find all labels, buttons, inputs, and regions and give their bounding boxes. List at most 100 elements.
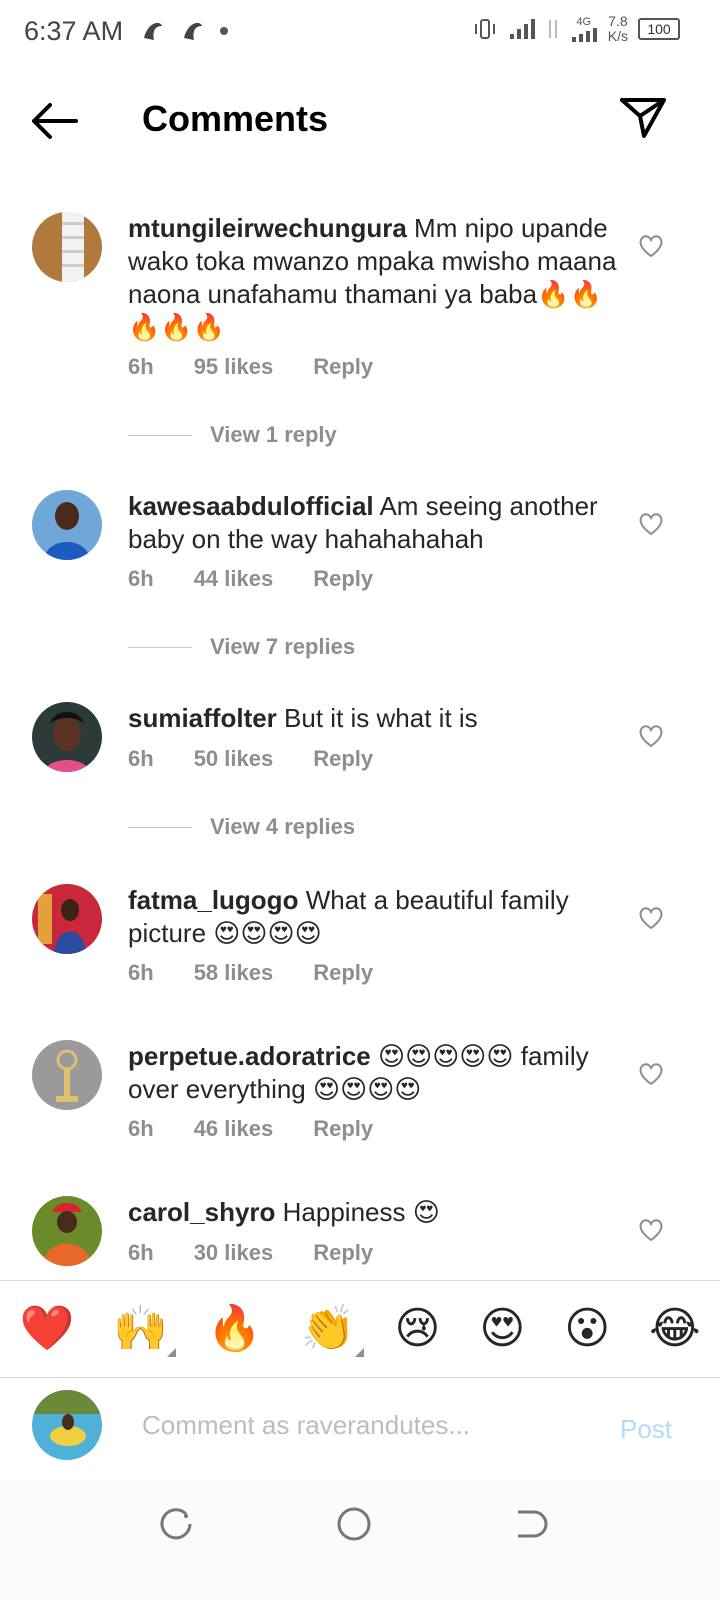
like-button[interactable] (638, 512, 666, 538)
comment-likes[interactable]: 44 likes (194, 566, 274, 592)
status-bar: 6:37 AM 4G 7.8 K/s 100 (0, 0, 720, 64)
like-button[interactable] (638, 1062, 666, 1088)
comment-time: 6h (128, 746, 154, 771)
skin-tone-indicator-icon (354, 1348, 364, 1357)
emoji-clapping-glyph: 👏 (300, 1304, 356, 1353)
comment-text: Happiness 😍 (282, 1197, 440, 1227)
view-replies-label: View 7 replies (210, 634, 356, 659)
avatar[interactable] (32, 1040, 102, 1110)
share-button[interactable] (618, 94, 670, 142)
home-circle-icon (337, 1507, 371, 1541)
comment-composer: Post (0, 1376, 720, 1476)
back-nav-icon (518, 1510, 548, 1538)
avatar[interactable] (32, 702, 102, 772)
current-user-avatar (32, 1390, 102, 1460)
like-button[interactable] (638, 234, 666, 260)
comment-text-block: perpetue.adoratrice 😍😍😍😍😍 family over ev… (128, 1040, 618, 1106)
reply-button[interactable]: Reply (313, 1116, 373, 1142)
comment-username[interactable]: carol_shyro (128, 1197, 275, 1227)
speed-value: 7.8 (608, 13, 628, 29)
comment-username[interactable]: mtungileirwechungura (128, 213, 407, 243)
comment-text-block: carol_shyro Happiness 😍 (128, 1196, 618, 1229)
comment-meta: 6h 50 likes Reply (128, 746, 413, 772)
comment-text-block: kawesaabdulofficial Am seeing another ba… (128, 490, 618, 556)
comment-meta: 6h 58 likes Reply (128, 960, 413, 986)
emoji-raised-hands[interactable]: 🙌 (113, 1307, 177, 1357)
comment-text: But it is what it is (284, 703, 478, 733)
data-arrows-icon (548, 20, 557, 38)
user-avatar-image (32, 884, 102, 954)
view-replies-label: View 1 reply (210, 422, 337, 447)
emoji-fire[interactable]: 🔥 (207, 1307, 262, 1351)
user-avatar-image (32, 1196, 102, 1266)
comment-meta: 6h 95 likes Reply (128, 354, 413, 380)
comment-username[interactable]: sumiaffolter (128, 703, 277, 733)
reply-button[interactable]: Reply (313, 746, 373, 772)
emoji-heart[interactable]: ❤️ (19, 1307, 74, 1351)
home-button[interactable] (334, 1504, 374, 1544)
reply-button[interactable]: Reply (313, 1240, 373, 1266)
status-notification-icons (140, 18, 228, 44)
signal-icon (509, 19, 535, 39)
comment-username[interactable]: kawesaabdulofficial (128, 491, 374, 521)
app-notification-icon (184, 22, 202, 40)
user-avatar-image (32, 1390, 102, 1460)
back-nav-button[interactable] (510, 1504, 550, 1544)
reply-button[interactable]: Reply (313, 566, 373, 592)
comment-username[interactable]: fatma_lugogo (128, 885, 298, 915)
battery-icon: 100 (638, 18, 680, 40)
like-button[interactable] (638, 724, 666, 750)
page-title: Comments (142, 98, 329, 139)
comment-likes[interactable]: 46 likes (194, 1116, 274, 1142)
emoji-surprised[interactable]: 😮 (564, 1307, 610, 1351)
comment-time: 6h (128, 1116, 154, 1141)
comment-text-block: sumiaffolter But it is what it is (128, 702, 618, 735)
comment-meta: 6h 30 likes Reply (128, 1240, 413, 1266)
avatar[interactable] (32, 490, 102, 560)
back-button[interactable] (26, 96, 82, 146)
comment-likes[interactable]: 95 likes (194, 354, 274, 380)
like-button[interactable] (638, 1218, 666, 1244)
comment-text-block: mtungileirwechungura Mm nipo upande wako… (128, 212, 618, 344)
comment-time: 6h (128, 354, 154, 379)
arrow-left-icon (32, 103, 78, 139)
avatar[interactable] (32, 212, 102, 282)
comment-input[interactable] (140, 1404, 584, 1446)
recent-apps-button[interactable] (156, 1504, 196, 1544)
reply-button[interactable]: Reply (313, 960, 373, 986)
network-type: 4G (576, 15, 592, 28)
avatar[interactable] (32, 884, 102, 954)
comment-username[interactable]: perpetue.adoratrice (128, 1041, 371, 1071)
comment-meta: 6h 46 likes Reply (128, 1116, 413, 1142)
emoji-reaction-bar: ❤️ 🙌 🔥 👏 😢 😍 😮 😂 (0, 1280, 720, 1378)
view-replies-button[interactable]: View 4 replies (128, 814, 355, 840)
heart-icon (639, 235, 663, 258)
comment-likes[interactable]: 30 likes (194, 1240, 274, 1266)
comment-likes[interactable]: 58 likes (194, 960, 274, 986)
user-avatar-image (32, 212, 102, 282)
divider-line (128, 434, 192, 436)
emoji-joy[interactable]: 😂 (649, 1307, 700, 1351)
comment-meta: 6h 44 likes Reply (128, 566, 413, 592)
network-signal: 4G (570, 15, 598, 42)
comment-likes[interactable]: 50 likes (194, 746, 274, 772)
vibrate-icon (474, 19, 495, 39)
view-replies-button[interactable]: View 7 replies (128, 634, 355, 660)
heart-icon (639, 907, 663, 930)
system-navigation-bar (0, 1480, 720, 1600)
reply-button[interactable]: Reply (313, 354, 373, 380)
signal-icon (571, 27, 597, 42)
like-button[interactable] (638, 906, 666, 932)
divider-line (128, 646, 192, 648)
comment-time: 6h (128, 566, 154, 591)
emoji-clapping[interactable]: 👏 (300, 1304, 364, 1357)
post-button[interactable]: Post (620, 1414, 672, 1445)
view-replies-button[interactable]: View 1 reply (128, 422, 337, 448)
notification-dot-icon (220, 27, 228, 35)
avatar[interactable] (32, 1196, 102, 1266)
heart-icon (639, 513, 663, 536)
emoji-crying[interactable]: 😢 (395, 1307, 441, 1351)
network-speed: 7.8 K/s (608, 14, 628, 44)
emoji-heart-eyes[interactable]: 😍 (479, 1307, 525, 1351)
comment-text-block: fatma_lugogo What a beautiful family pic… (128, 884, 618, 950)
